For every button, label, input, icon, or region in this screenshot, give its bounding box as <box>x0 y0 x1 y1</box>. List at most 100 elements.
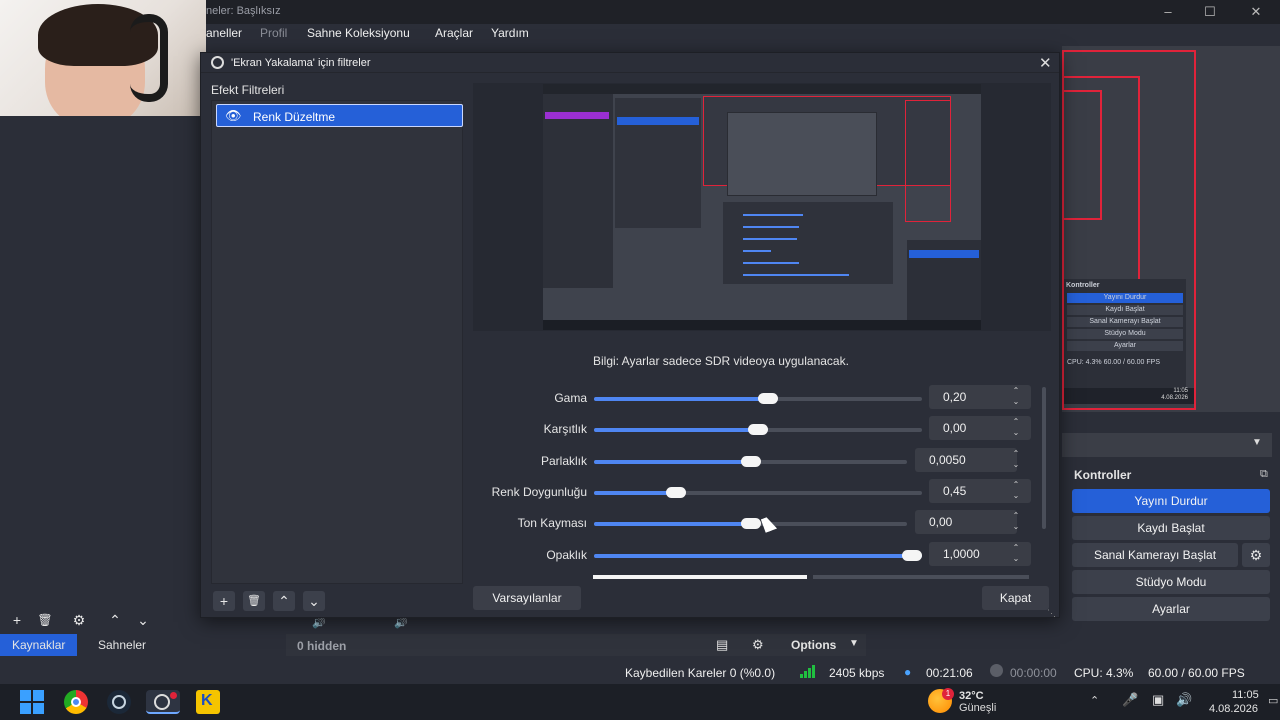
slider-handle[interactable] <box>741 518 761 529</box>
preview-control-item: Stüdyo Modu <box>1067 329 1183 339</box>
spinbox-arrows-icon[interactable]: ⌃ ⌄ <box>1006 416 1026 440</box>
stream-status-icon: ● <box>904 665 912 679</box>
obs-taskbar-icon[interactable] <box>146 690 180 714</box>
notification-icon[interactable]: ▭ <box>1268 694 1278 707</box>
property-value: 0,45 <box>943 484 967 498</box>
sources-toolbar: + 🗑 ⚙ ⌃ ⌄ <box>0 610 200 632</box>
source-settings-icon[interactable]: ⚙ <box>68 610 90 630</box>
slider-handle[interactable] <box>666 487 686 498</box>
stop-stream-button[interactable]: Yayını Durdur <box>1072 489 1270 513</box>
tab-sources[interactable]: Kaynaklar <box>0 634 78 656</box>
chrome-icon[interactable] <box>64 690 88 714</box>
signal-bars-icon <box>800 665 816 678</box>
filters-dialog: 'Ekran Yakalama' için filtreler ✕ Efekt … <box>200 52 1060 618</box>
effect-filters-label: Efekt Filtreleri <box>211 83 285 97</box>
spinbox-arrows-icon[interactable]: ⌃ ⌄ <box>1006 448 1026 472</box>
preview-clock: 11:05 <box>1173 388 1188 394</box>
menu-help[interactable]: Yardım <box>491 26 529 40</box>
main-preview: Kontroller Yayını Durdur Kaydı Başlat Sa… <box>1062 46 1280 412</box>
slider-handle[interactable] <box>748 424 768 435</box>
windows-start-icon[interactable] <box>20 690 44 714</box>
filter-toolbar: + 🗑 ⌃ ⌄ <box>211 589 463 613</box>
record-time: 00:00:00 <box>1010 666 1057 680</box>
defaults-button[interactable]: Varsayılanlar <box>473 586 581 610</box>
property-slider[interactable] <box>594 424 922 435</box>
property-spinbox[interactable]: 0,00 <box>915 510 1017 534</box>
minimize-icon[interactable]: – <box>1158 3 1178 21</box>
add-filter-icon[interactable]: + <box>213 591 235 611</box>
menu-tools[interactable]: Araçlar <box>435 26 473 40</box>
sdr-info-text: Bilgi: Ayarlar sadece SDR videoya uygula… <box>593 354 849 368</box>
microphone-icon[interactable]: 🎤 <box>1122 692 1138 708</box>
spinbox-arrows-icon[interactable]: ⌃ ⌄ <box>1006 542 1026 566</box>
scene-dropdown[interactable]: ▼ <box>1062 433 1272 457</box>
steam-icon[interactable] <box>107 690 131 714</box>
slider-handle[interactable] <box>758 393 778 404</box>
remove-filter-icon[interactable]: 🗑 <box>243 591 265 611</box>
menu-scene-collection[interactable]: Sahne Koleksiyonu <box>307 26 410 40</box>
chevron-up-icon[interactable]: ⌃ <box>1090 694 1099 707</box>
webcam-overlay <box>0 0 206 116</box>
property-spinbox[interactable]: 0,0050 <box>915 448 1017 472</box>
close-button[interactable]: Kapat <box>982 586 1049 610</box>
mixer-strip: 🔊 🔊 <box>286 616 456 630</box>
menu-docks[interactable]: aneller <box>206 26 242 40</box>
weather-desc: Güneşli <box>959 702 997 714</box>
advanced-settings-icon[interactable]: ⚙ <box>752 637 764 653</box>
bitrate: 2405 kbps <box>829 666 885 680</box>
add-source-icon[interactable]: + <box>6 610 28 630</box>
property-slider[interactable] <box>594 456 907 467</box>
property-slider[interactable] <box>594 393 922 404</box>
property-label: Renk Doygunluğu <box>491 485 587 499</box>
tab-scenes[interactable]: Sahneler <box>86 634 158 656</box>
property-slider[interactable] <box>594 550 922 561</box>
fps-readout: 60.00 / 60.00 FPS <box>1148 666 1245 680</box>
slider-handle[interactable] <box>741 456 761 467</box>
property-slider[interactable] <box>594 518 907 529</box>
network-icon[interactable]: ▣ <box>1152 692 1164 708</box>
slider-handle[interactable] <box>902 550 922 561</box>
property-slider[interactable] <box>594 487 922 498</box>
layout-icon[interactable]: ▤ <box>716 637 728 653</box>
obs-logo-icon <box>211 56 224 69</box>
preview-control-item: Yayını Durdur <box>1067 293 1183 303</box>
property-label: Parlaklık <box>540 454 587 468</box>
move-up-icon[interactable]: ⌃ <box>273 591 295 611</box>
volume-icon[interactable]: 🔊 <box>1176 692 1192 708</box>
stream-time: 00:21:06 <box>926 666 973 680</box>
virtual-camera-settings-icon[interactable]: ⚙ <box>1242 543 1270 567</box>
settings-button[interactable]: Ayarlar <box>1072 597 1270 621</box>
dropped-frames: Kaybedilen Kareler 0 (%0.0) <box>625 666 776 680</box>
maximize-icon[interactable]: ☐ <box>1200 3 1220 21</box>
menu-profile[interactable]: Profil <box>260 26 287 40</box>
remove-source-icon[interactable]: 🗑 <box>34 610 56 630</box>
close-window-icon[interactable]: ✕ <box>1246 3 1266 21</box>
property-value: 1,0000 <box>943 547 980 561</box>
move-up-icon[interactable]: ⌃ <box>104 610 126 630</box>
preview-date: 4.08.2026 <box>1161 395 1188 401</box>
cpu-usage: CPU: 4.3% <box>1074 666 1134 680</box>
start-recording-button[interactable]: Kaydı Başlat <box>1072 516 1270 540</box>
studio-mode-button[interactable]: Stüdyo Modu <box>1072 570 1270 594</box>
resize-grip-icon[interactable]: ⋱ <box>1047 608 1056 619</box>
property-value: 0,00 <box>929 515 953 529</box>
dock-float-icon[interactable]: ⧉ <box>1260 468 1268 481</box>
chevron-down-icon: ▼ <box>849 638 859 649</box>
close-icon[interactable]: ✕ <box>1039 54 1052 72</box>
options-button[interactable]: Options <box>791 638 836 652</box>
property-label: Gama <box>554 391 587 405</box>
spinbox-arrows-icon[interactable]: ⌃ ⌄ <box>1006 385 1026 409</box>
chevron-down-icon: ▼ <box>1252 437 1262 448</box>
spinbox-arrows-icon[interactable]: ⌃ ⌄ <box>1006 510 1026 534</box>
dialog-titlebar: 'Ekran Yakalama' için filtreler ✕ <box>201 53 1059 73</box>
start-virtual-camera-button[interactable]: Sanal Kamerayı Başlat <box>1072 543 1238 567</box>
move-down-icon[interactable]: ⌄ <box>132 610 154 630</box>
spinbox-arrows-icon[interactable]: ⌃ ⌄ <box>1006 479 1026 503</box>
filter-item-color-correction[interactable]: 👁 Renk Düzeltme <box>216 104 463 127</box>
properties-scrollbar[interactable] <box>1042 387 1046 529</box>
app-launcher-icon[interactable]: K <box>196 690 220 714</box>
move-down-icon[interactable]: ⌄ <box>303 591 325 611</box>
record-status-icon <box>990 664 1003 677</box>
eye-icon[interactable]: 👁 <box>225 108 242 124</box>
controls-dock: Kontroller ⧉ Yayını Durdur Kaydı Başlat … <box>1066 465 1276 625</box>
